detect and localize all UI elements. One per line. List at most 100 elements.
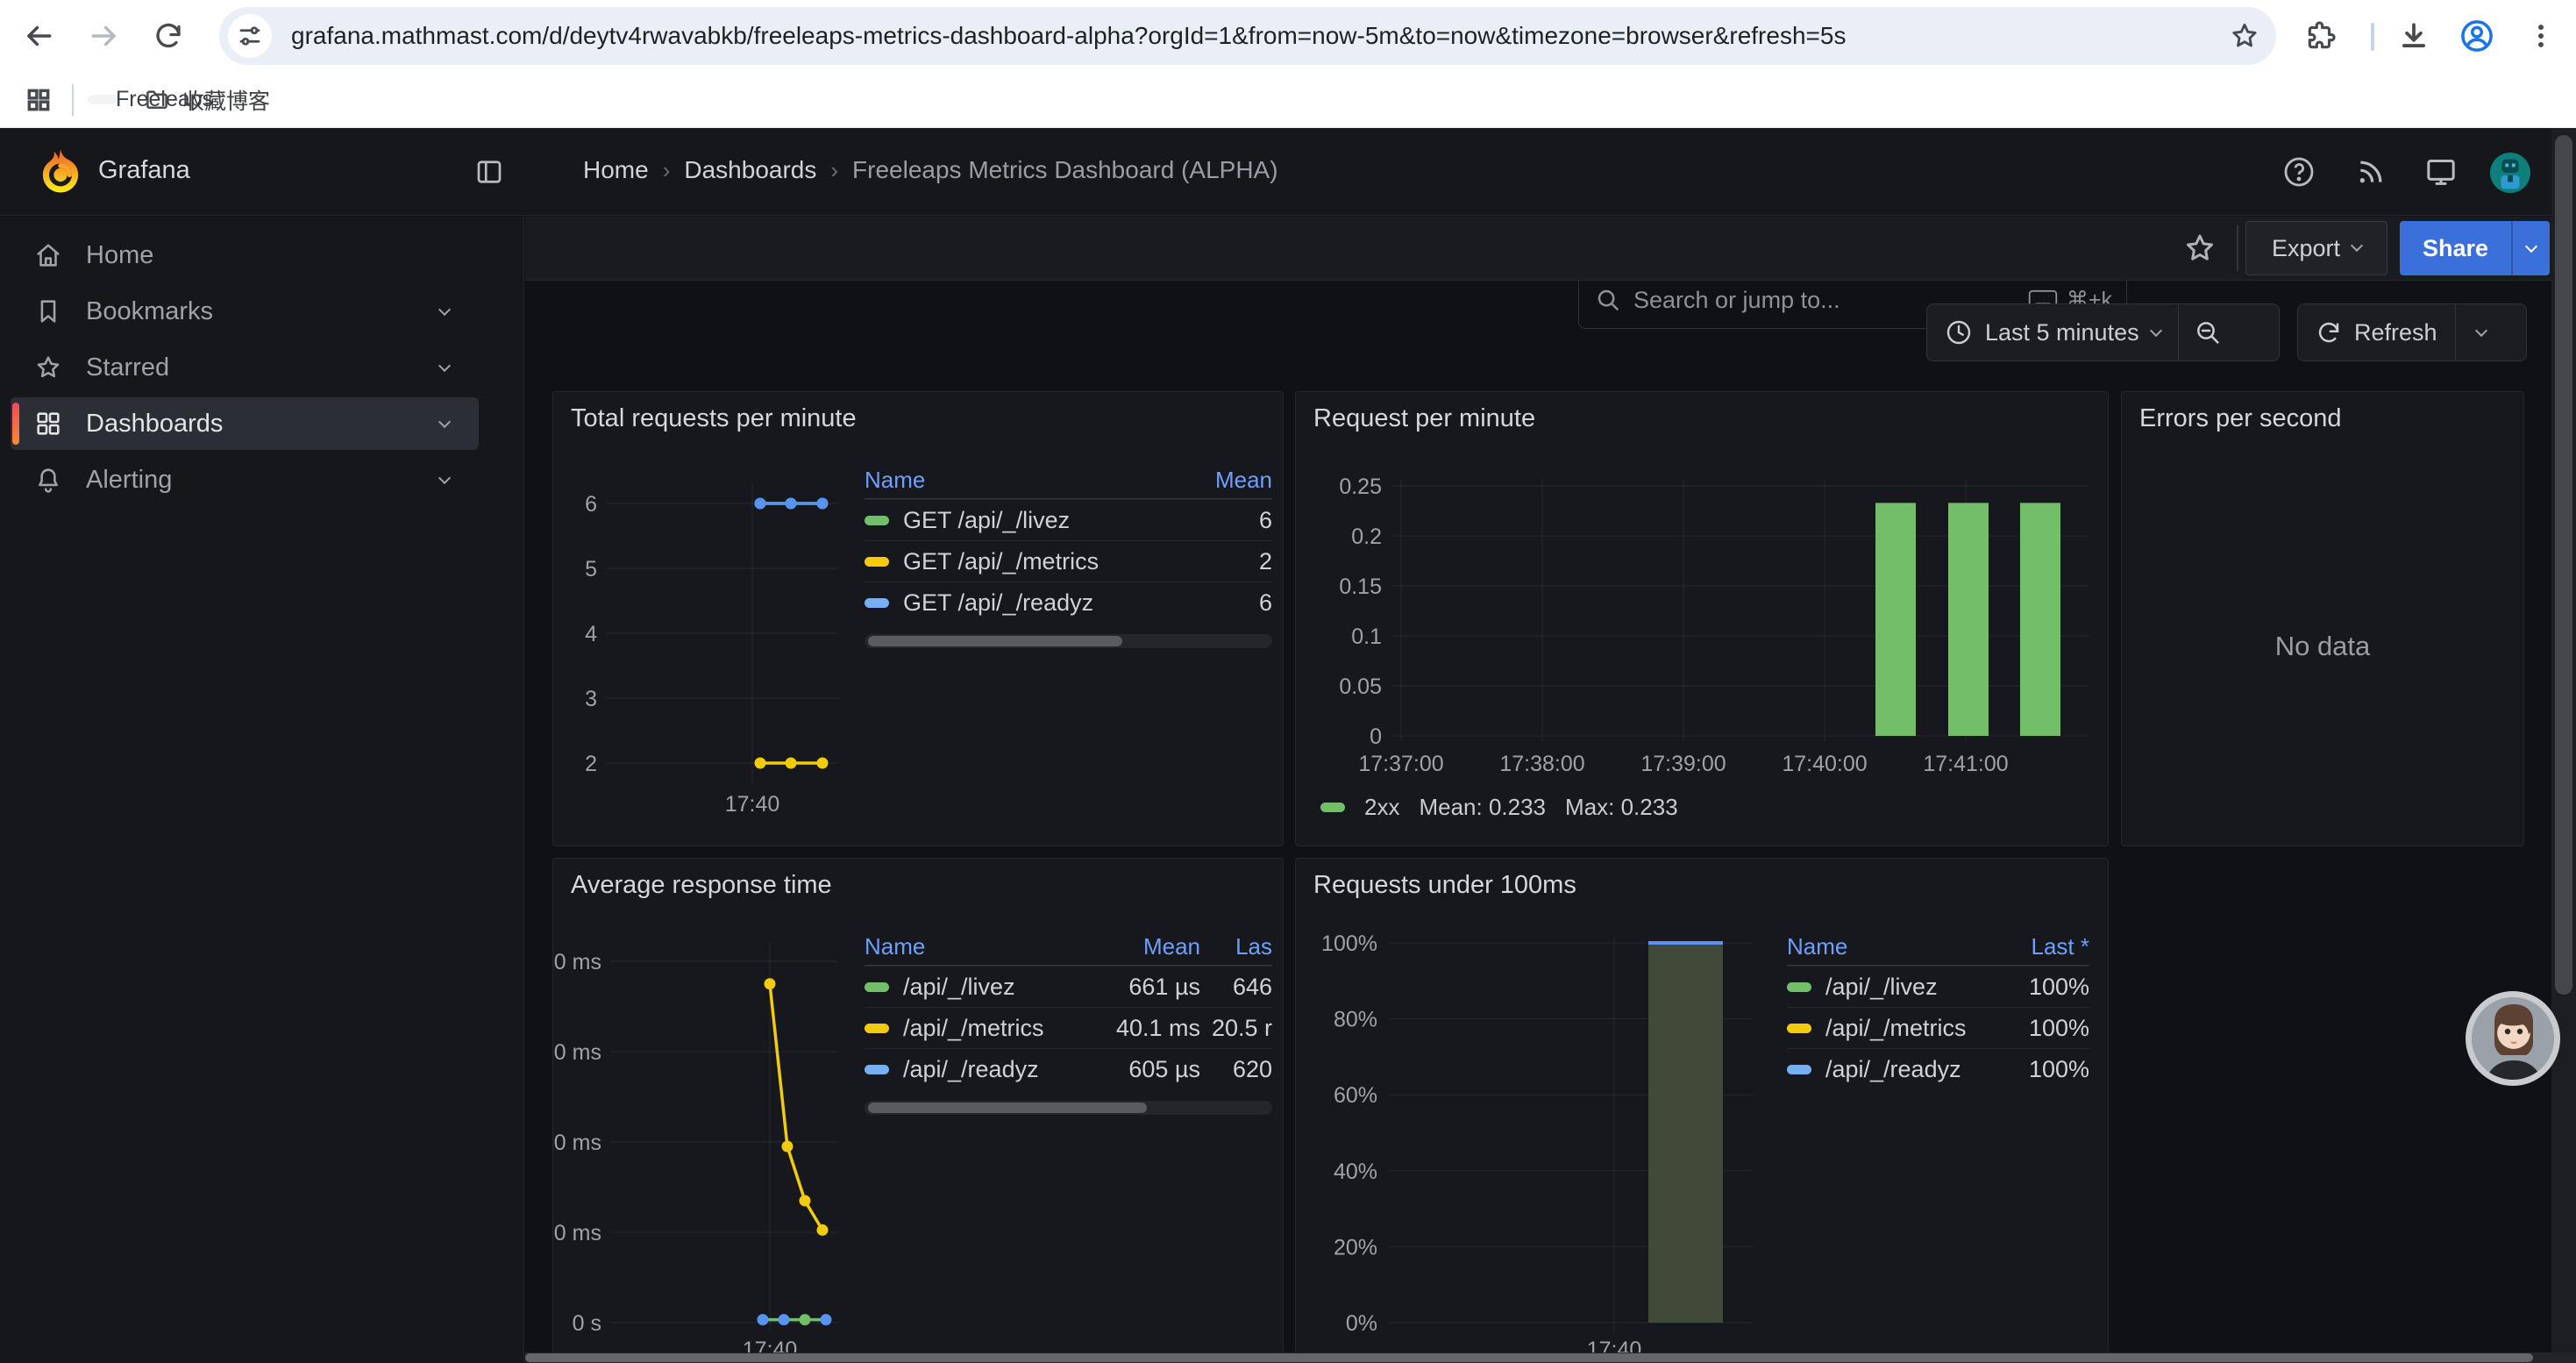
refresh-group: Refresh	[2297, 303, 2527, 361]
chevron-down-icon[interactable]	[438, 472, 451, 484]
url-bar[interactable]: grafana.mathmast.com/d/deytv4rwavabkb/fr…	[219, 7, 2276, 65]
screen: grafana.mathmast.com/d/deytv4rwavabkb/fr…	[0, 0, 2576, 1363]
table-header-row: NameMeanLas	[865, 929, 1272, 966]
panel-total-requests[interactable]: Total requests per minute 6543217:40 Nam…	[552, 391, 1284, 846]
table-row[interactable]: /api/_/readyz605 µs620	[865, 1048, 1272, 1089]
breadcrumb-separator: ›	[663, 157, 671, 184]
bookmark-folder[interactable]: 收藏博客	[128, 80, 286, 120]
share-button[interactable]: Share	[2400, 221, 2511, 275]
svg-text:17:38:00: 17:38:00	[1499, 752, 1584, 776]
vertical-scrollbar[interactable]	[2551, 128, 2576, 1363]
breadcrumb-item[interactable]: Home	[583, 156, 649, 184]
chevron-down-icon[interactable]	[438, 360, 451, 372]
series-mean: 661 µs	[1078, 974, 1200, 1001]
time-range-group: Last 5 minutes	[1926, 303, 2280, 361]
series-last: 646	[1200, 974, 1272, 1001]
column-Last *[interactable]: Last *	[2002, 933, 2089, 960]
sidebar-item-home[interactable]: Home	[11, 229, 479, 282]
table-row[interactable]: /api/_/livez 661 µs646	[865, 966, 1272, 1007]
favorite-star-icon[interactable]	[2182, 231, 2217, 270]
breadcrumb: Home›Dashboards›Freeleaps Metrics Dashbo…	[583, 156, 1278, 184]
column-Las[interactable]: Las	[1200, 933, 1272, 960]
news-rss-icon[interactable]	[2353, 154, 2388, 194]
sidebar-item-alerting[interactable]: Alerting	[11, 453, 479, 506]
grafana-navbar: Grafana Home›Dashboards›Freeleaps Metric…	[0, 128, 2576, 216]
panel-errors-per-second[interactable]: Errors per second No data	[2121, 391, 2524, 846]
user-avatar[interactable]	[2490, 153, 2530, 193]
series-name: GET /api/_/metrics	[903, 548, 1099, 575]
profile-icon[interactable]	[2458, 17, 2496, 55]
vertical-scrollbar-thumb[interactable]	[2555, 135, 2572, 995]
series-name: /api/_/livez	[903, 974, 1015, 1001]
grafana-logo-icon[interactable]	[37, 147, 84, 201]
help-icon[interactable]	[2281, 154, 2316, 194]
bell-icon	[33, 465, 63, 495]
column-Mean[interactable]: Mean	[1078, 933, 1200, 960]
horizontal-scrollbar-thumb[interactable]	[525, 1353, 2533, 1362]
series-mean: 2	[1211, 548, 1272, 575]
export-button[interactable]: Export	[2245, 221, 2387, 275]
sidebar-item-label: Starred	[86, 353, 440, 382]
panel-title: Errors per second	[2139, 404, 2342, 433]
svg-text:17:40:00: 17:40:00	[1782, 752, 1867, 776]
table-scrollbar[interactable]	[865, 1101, 1272, 1115]
table-row[interactable]: /api/_/metrics100%	[1787, 1007, 2089, 1048]
forward-icon[interactable]	[85, 17, 124, 55]
apps-grid-icon[interactable]	[19, 81, 58, 119]
column-Mean[interactable]: Mean	[1211, 467, 1272, 494]
column-name[interactable]: Name	[1787, 933, 2002, 960]
bookmark-page-star-icon[interactable]	[2225, 17, 2264, 55]
legend-series-name[interactable]: 2xx	[1364, 794, 1399, 821]
series-name: /api/_/readyz	[1825, 1056, 1961, 1083]
panel-request-per-minute[interactable]: Request per minute 0.250.20.150.10.05017…	[1295, 391, 2109, 846]
table-row[interactable]: GET /api/_/livez6	[865, 499, 1272, 540]
sidebar-item-dashboards[interactable]: Dashboards	[11, 397, 479, 450]
series-name: /api/_/metrics	[1825, 1015, 1967, 1042]
column-name[interactable]: Name	[865, 467, 1211, 494]
chevron-down-icon[interactable]	[438, 303, 451, 316]
refresh-interval-button[interactable]	[2456, 304, 2507, 360]
legend-swatch[interactable]	[1320, 803, 1345, 812]
search-icon	[1595, 287, 1621, 313]
assistant-avatar[interactable]	[2466, 991, 2560, 1086]
zoom-out-time-button[interactable]	[2179, 304, 2237, 360]
breadcrumb-item[interactable]: Dashboards	[684, 156, 816, 184]
sidebar-item-starred[interactable]: Starred	[11, 341, 479, 394]
table-row[interactable]: /api/_/readyz100%	[1787, 1048, 2089, 1089]
svg-text:6: 6	[585, 492, 597, 517]
reload-icon[interactable]	[149, 17, 188, 55]
back-icon[interactable]	[19, 17, 58, 55]
sidebar-toggle-icon[interactable]	[473, 156, 505, 192]
svg-text:4: 4	[585, 622, 597, 646]
horizontal-scrollbar[interactable]	[525, 1352, 2576, 1363]
table-row[interactable]: /api/_/metrics40.1 ms20.5 r	[865, 1007, 1272, 1048]
time-range-picker[interactable]: Last 5 minutes	[1927, 304, 2178, 360]
sidebar-item-bookmarks[interactable]: Bookmarks	[11, 285, 479, 338]
panel-requests-under-100ms[interactable]: Requests under 100ms 100%80%60%40%20%0%1…	[1295, 858, 2109, 1363]
chevron-down-icon[interactable]	[438, 416, 451, 428]
breadcrumb-item[interactable]: Freeleaps Metrics Dashboard (ALPHA)	[852, 156, 1278, 184]
series-color-pill	[865, 1065, 889, 1074]
svg-text:17:37:00: 17:37:00	[1358, 752, 1443, 776]
extensions-icon[interactable]	[2302, 17, 2340, 55]
series-color-pill	[865, 1024, 889, 1033]
table-scrollbar[interactable]	[865, 634, 1272, 648]
menu-kebab-icon[interactable]	[2522, 17, 2560, 55]
table-row[interactable]: GET /api/_/metrics 2	[865, 540, 1272, 582]
refresh-icon	[2316, 319, 2342, 346]
series-last: 20.5 r	[1200, 1015, 1272, 1042]
panel-average-response-time[interactable]: Average response time 80 ms60 ms40 ms20 …	[552, 858, 1284, 1363]
table-header-row: NameMean	[865, 462, 1272, 499]
tv-kiosk-icon[interactable]	[2423, 154, 2459, 194]
bookmark-folder[interactable]: Freeleaps	[88, 95, 119, 104]
download-icon[interactable]	[2395, 17, 2433, 55]
table-row[interactable]: GET /api/_/readyz6	[865, 582, 1272, 623]
series-color-pill	[1787, 1065, 1811, 1074]
column-name[interactable]: Name	[865, 933, 1078, 960]
refresh-button[interactable]: Refresh	[2298, 304, 2455, 360]
series-name: /api/_/readyz	[903, 1056, 1039, 1083]
brand-name[interactable]: Grafana	[98, 156, 190, 185]
table-row[interactable]: /api/_/livez100%	[1787, 966, 2089, 1007]
share-menu-button[interactable]	[2513, 221, 2550, 275]
site-info-icon[interactable]	[228, 14, 272, 58]
